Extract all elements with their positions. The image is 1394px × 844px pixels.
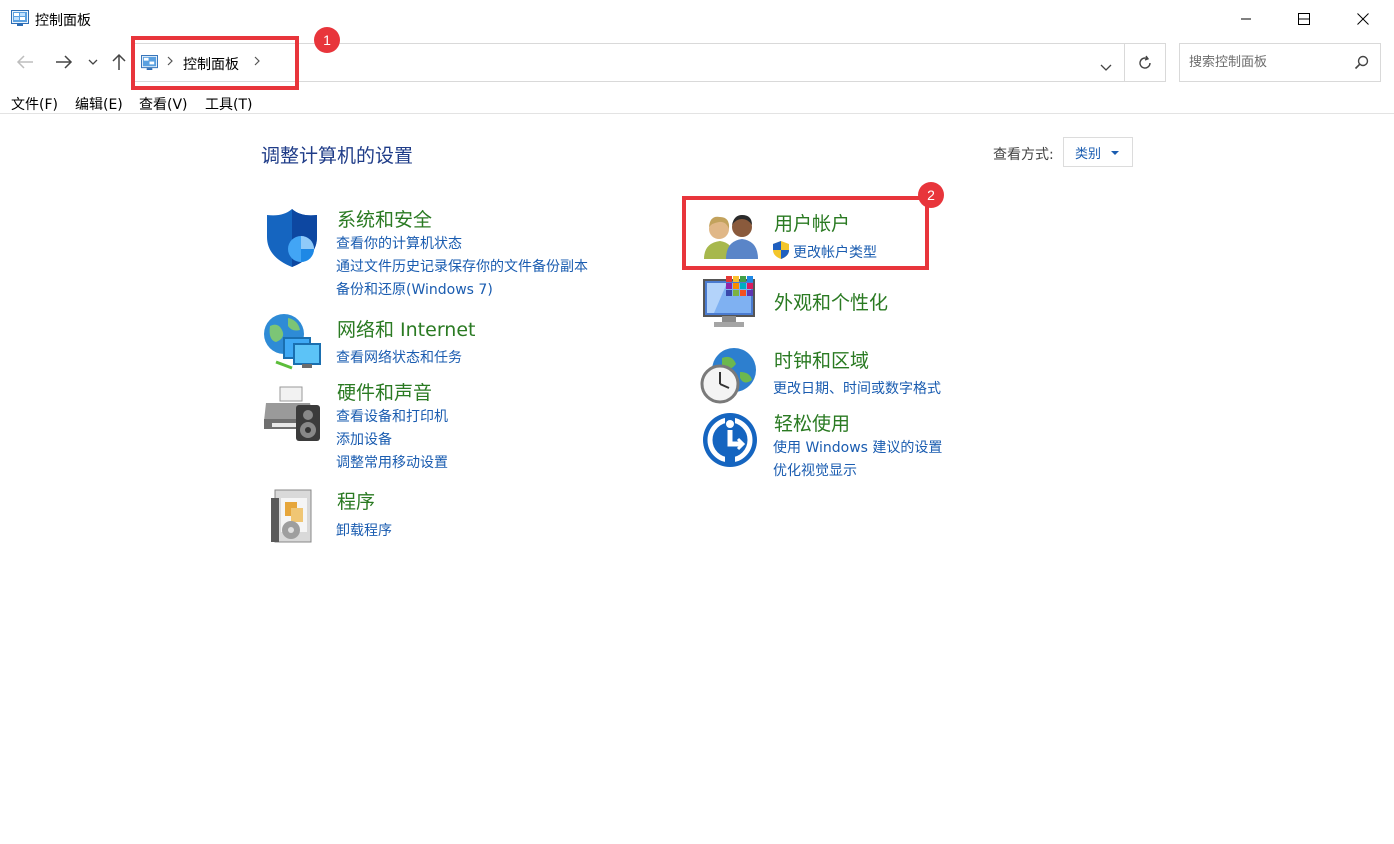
link-change-date-time-format[interactable]: 更改日期、时间或数字格式	[773, 378, 941, 398]
category-system-security[interactable]: 系统和安全	[337, 205, 432, 232]
close-button[interactable]	[1334, 0, 1392, 38]
menu-file[interactable]: 文件(F)	[11, 94, 58, 114]
link-optimize-visual-display[interactable]: 优化视觉显示	[773, 460, 857, 480]
refresh-icon	[1139, 55, 1151, 69]
category-hardware-sound[interactable]: 硬件和声音	[337, 378, 432, 405]
network-globe-icon[interactable]	[262, 312, 324, 376]
back-button[interactable]	[14, 50, 36, 74]
minimize-button-real[interactable]	[1217, 0, 1275, 38]
link-file-history-backup[interactable]: 通过文件历史记录保存你的文件备份副本	[336, 256, 588, 276]
shield-icon[interactable]	[263, 209, 321, 273]
annotation-badge-2: 2	[918, 182, 944, 208]
search-input[interactable]	[1180, 44, 1350, 81]
link-view-network-status[interactable]: 查看网络状态和任务	[336, 347, 462, 367]
window-title: 控制面板	[35, 13, 91, 29]
chevron-down-icon	[88, 59, 98, 65]
link-view-computer-status[interactable]: 查看你的计算机状态	[336, 233, 462, 253]
category-appearance[interactable]: 外观和个性化	[774, 288, 888, 315]
programs-box-icon[interactable]	[269, 488, 317, 548]
up-arrow-icon	[112, 53, 126, 70]
view-by-dropdown[interactable]: 类别	[1063, 137, 1133, 167]
link-backup-restore[interactable]: 备份和还原(Windows 7)	[336, 279, 493, 299]
annotation-badge-1: 1	[314, 27, 340, 53]
menu-bar: 文件(F) 编辑(E) 查看(V) 工具(T)	[0, 90, 1394, 114]
minimize-icon	[1241, 18, 1251, 20]
refresh-button[interactable]	[1125, 43, 1166, 82]
address-dropdown-icon[interactable]	[1100, 56, 1112, 75]
printer-speaker-icon[interactable]	[262, 385, 324, 447]
link-devices-printers[interactable]: 查看设备和打印机	[336, 406, 448, 426]
link-windows-recommended-settings[interactable]: 使用 Windows 建议的设置	[773, 437, 942, 457]
menu-view[interactable]: 查看(V)	[139, 94, 188, 114]
annotation-box-2	[682, 196, 929, 270]
recent-locations-button[interactable]	[86, 50, 100, 74]
link-mobility-settings[interactable]: 调整常用移动设置	[336, 452, 448, 472]
appearance-monitor-icon[interactable]	[702, 276, 760, 336]
ease-of-access-icon[interactable]	[702, 412, 758, 472]
close-icon	[1357, 13, 1369, 25]
annotation-box-1	[131, 36, 299, 90]
link-uninstall-program[interactable]: 卸载程序	[336, 520, 392, 540]
category-programs[interactable]: 程序	[337, 487, 375, 514]
forward-arrow-icon	[56, 55, 73, 69]
page-title: 调整计算机的设置	[261, 145, 414, 167]
menu-tools[interactable]: 工具(T)	[205, 94, 252, 114]
search-icon[interactable]	[1354, 55, 1369, 74]
link-add-device[interactable]: 添加设备	[336, 429, 392, 449]
view-by-value[interactable]: 类别	[1075, 143, 1101, 162]
maximize-button[interactable]	[1275, 0, 1333, 38]
clock-globe-icon[interactable]	[700, 346, 758, 408]
category-ease-of-access[interactable]: 轻松使用	[774, 409, 850, 436]
category-network-internet[interactable]: 网络和 Internet	[337, 315, 475, 342]
view-by-label: 查看方式:	[993, 147, 1054, 163]
menu-edit[interactable]: 编辑(E)	[75, 94, 123, 114]
up-button[interactable]	[109, 50, 129, 74]
forward-button[interactable]	[53, 50, 75, 74]
dropdown-arrow-icon	[1111, 151, 1119, 155]
search-box[interactable]	[1179, 43, 1381, 82]
control-panel-icon	[11, 10, 29, 26]
title-bar: 控制面板	[0, 0, 1394, 38]
back-arrow-icon	[16, 55, 33, 69]
maximize-icon	[1298, 13, 1310, 25]
category-clock-region[interactable]: 时钟和区域	[774, 346, 869, 373]
